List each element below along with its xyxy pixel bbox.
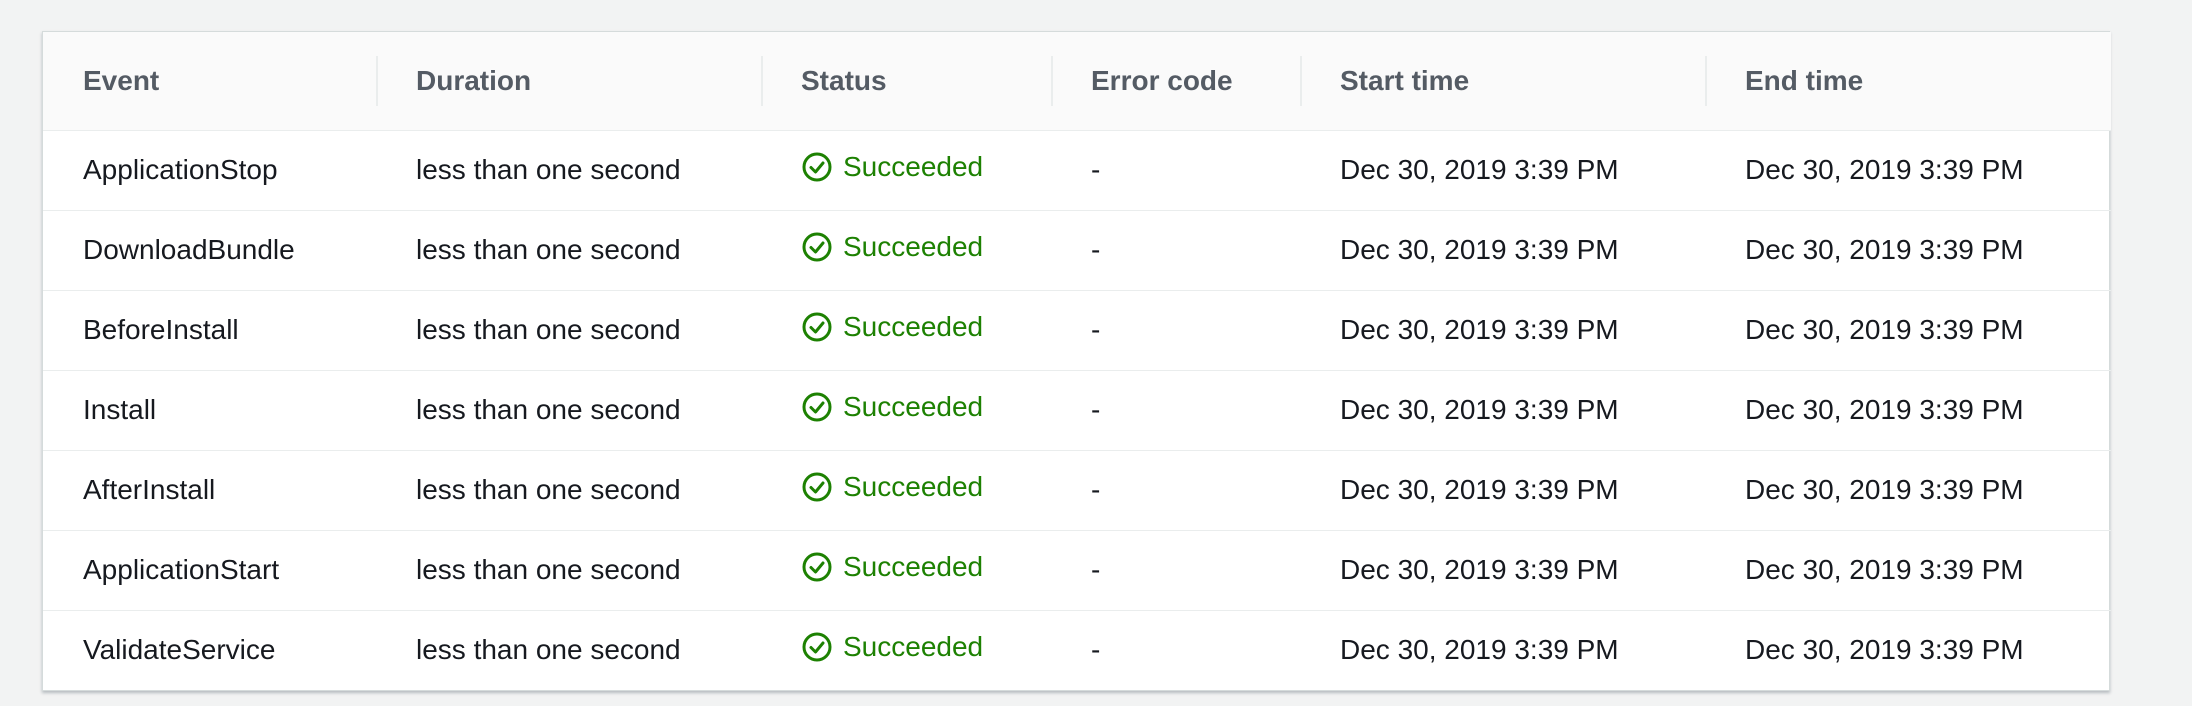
column-separator[interactable] — [1051, 56, 1053, 106]
start-time-cell: Dec 30, 2019 3:39 PM — [1300, 529, 1705, 610]
table-row: DownloadBundle less than one second Succ… — [43, 209, 2111, 290]
status-indicator: Succeeded — [801, 311, 983, 343]
duration-cell: less than one second — [376, 529, 761, 610]
duration-cell: less than one second — [376, 209, 761, 290]
column-separator[interactable] — [761, 56, 763, 106]
end-time-cell: Dec 30, 2019 3:39 PM — [1705, 289, 2111, 370]
status-indicator: Succeeded — [801, 551, 983, 583]
status-label: Succeeded — [843, 390, 984, 422]
status-label: Succeeded — [843, 630, 984, 662]
status-cell: Succeeded — [761, 130, 1051, 210]
error-code-cell: - — [1051, 369, 1300, 450]
status-indicator: Succeeded — [801, 391, 983, 423]
column-separator[interactable] — [1300, 56, 1302, 106]
event-cell: ValidateService — [43, 609, 376, 690]
column-header-end-time[interactable]: End time — [1705, 32, 2111, 131]
status-indicator: Succeeded — [801, 151, 983, 183]
status-cell: Succeeded — [761, 209, 1051, 290]
column-header-event[interactable]: Event — [43, 32, 376, 131]
check-circle-icon — [802, 392, 832, 421]
start-time-cell: Dec 30, 2019 3:39 PM — [1300, 609, 1705, 690]
lifecycle-events-table: Event Duration Status Error code Start t… — [43, 32, 2111, 690]
duration-cell: less than one second — [376, 289, 761, 370]
status-indicator: Succeeded — [801, 231, 983, 263]
event-cell: BeforeInstall — [43, 289, 376, 370]
status-label: Succeeded — [843, 310, 984, 342]
status-indicator: Succeeded — [801, 631, 983, 663]
table-row: ValidateService less than one second Suc… — [43, 609, 2111, 690]
column-header-label: Start time — [1340, 64, 1470, 96]
end-time-cell: Dec 30, 2019 3:39 PM — [1705, 529, 2111, 610]
status-cell: Succeeded — [761, 289, 1051, 370]
status-label: Succeeded — [843, 470, 984, 502]
error-code-cell: - — [1051, 449, 1300, 530]
duration-cell: less than one second — [376, 369, 761, 450]
error-code-cell: - — [1051, 289, 1300, 370]
event-cell: ApplicationStop — [83, 154, 278, 185]
column-separator[interactable] — [376, 56, 378, 106]
error-code-cell: - — [1091, 154, 1101, 185]
status-label: Succeeded — [843, 150, 984, 182]
duration-cell: less than one second — [416, 154, 681, 185]
column-header-label: Error code — [1091, 64, 1233, 96]
check-circle-icon — [802, 472, 832, 501]
status-label: Succeeded — [843, 550, 984, 582]
event-cell: Install — [43, 369, 376, 450]
end-time-cell: Dec 30, 2019 3:39 PM — [1705, 609, 2111, 690]
end-time-cell: Dec 30, 2019 3:39 PM — [1705, 369, 2111, 450]
check-circle-icon — [802, 632, 832, 662]
error-code-cell: - — [1051, 209, 1300, 290]
status-cell: Succeeded — [761, 529, 1051, 610]
table-row: ApplicationStart less than one second Su… — [43, 529, 2111, 610]
check-circle-icon — [802, 232, 832, 261]
lifecycle-events-table-card: Event Duration Status Error code Start t… — [42, 31, 2111, 691]
duration-cell: less than one second — [376, 449, 761, 530]
column-header-error-code[interactable]: Error code — [1051, 32, 1300, 131]
table-row: Install less than one second Succeeded -… — [43, 369, 2111, 450]
table-row: AfterInstall less than one second Succee… — [43, 449, 2111, 530]
status-indicator: Succeeded — [801, 471, 983, 503]
column-header-start-time[interactable]: Start time — [1300, 32, 1705, 131]
column-header-status[interactable]: Status — [761, 32, 1051, 131]
end-time-cell: Dec 30, 2019 3:39 PM — [1745, 154, 2024, 185]
start-time-cell: Dec 30, 2019 3:39 PM — [1340, 154, 1619, 185]
event-cell: DownloadBundle — [43, 209, 376, 290]
status-cell: Succeeded — [761, 369, 1051, 450]
check-circle-icon — [802, 152, 832, 181]
duration-cell: less than one second — [376, 609, 761, 690]
event-cell: AfterInstall — [43, 449, 376, 530]
column-header-label: Status — [801, 64, 887, 96]
check-circle-icon — [802, 312, 832, 341]
column-header-label: Duration — [416, 64, 532, 96]
start-time-cell: Dec 30, 2019 3:39 PM — [1300, 449, 1705, 530]
error-code-cell: - — [1051, 609, 1300, 690]
event-cell: ApplicationStart — [43, 529, 376, 610]
status-cell: Succeeded — [761, 449, 1051, 530]
start-time-cell: Dec 30, 2019 3:39 PM — [1300, 209, 1705, 290]
check-circle-icon — [802, 552, 832, 581]
table-body: ApplicationStop less than one second Suc… — [43, 130, 2111, 690]
column-separator[interactable] — [1705, 56, 1707, 106]
status-cell: Succeeded — [761, 609, 1051, 690]
end-time-cell: Dec 30, 2019 3:39 PM — [1705, 209, 2111, 290]
table-row: BeforeInstall less than one second Succe… — [43, 289, 2111, 370]
end-time-cell: Dec 30, 2019 3:39 PM — [1705, 449, 2111, 530]
table-header-row: Event Duration Status Error code Start t… — [43, 32, 2111, 131]
error-code-cell: - — [1051, 529, 1300, 610]
column-header-duration[interactable]: Duration — [376, 32, 761, 131]
start-time-cell: Dec 30, 2019 3:39 PM — [1300, 369, 1705, 450]
start-time-cell: Dec 30, 2019 3:39 PM — [1300, 289, 1705, 370]
table-row: ApplicationStop less than one second Suc… — [43, 130, 2111, 210]
status-label: Succeeded — [843, 230, 984, 262]
column-header-label: End time — [1745, 64, 1864, 96]
